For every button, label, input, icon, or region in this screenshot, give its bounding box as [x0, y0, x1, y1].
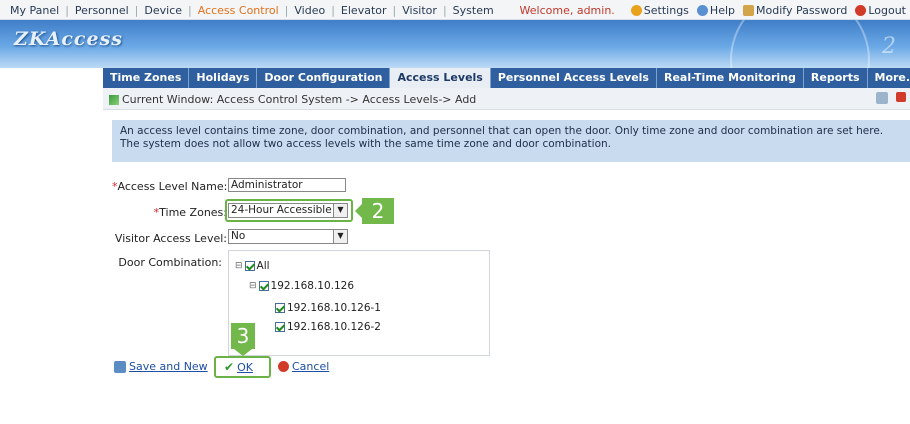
tab-access-levels[interactable]: Access Levels: [390, 68, 491, 88]
tree-label-door: 192.168.10.126-2: [287, 321, 381, 333]
step-2-badge: 2: [362, 198, 394, 224]
edit-icon[interactable]: [876, 92, 888, 104]
name-label: *Access Level Name:: [112, 180, 227, 193]
help-link[interactable]: Help: [696, 3, 735, 17]
breadcrumb-text: Current Window: Access Control System ->…: [122, 93, 477, 106]
tree-label-door: 192.168.10.126-1: [287, 302, 381, 314]
step-3-badge: 3: [231, 323, 255, 349]
settings-link[interactable]: Settings: [630, 3, 689, 17]
step-2-pointer: [355, 204, 362, 218]
nav-personnel[interactable]: Personnel: [69, 4, 135, 17]
tree-node-device[interactable]: ⊟ 192.168.10.126: [249, 280, 354, 292]
tab-personnel-access-levels[interactable]: Personnel Access Levels: [491, 68, 657, 88]
help-icon: [696, 4, 708, 16]
timezone-label: *Time Zones:: [112, 206, 227, 219]
checkbox-all[interactable]: [244, 261, 255, 271]
banner-numeral-decoration: 2: [882, 34, 896, 59]
nav-visitor[interactable]: Visitor: [396, 4, 443, 17]
collapse-icon[interactable]: ⊟: [249, 281, 257, 291]
app-logo: ZKAccess: [14, 28, 123, 50]
tab-real-time-monitoring[interactable]: Real-Time Monitoring: [657, 68, 804, 88]
checkbox-door[interactable]: [275, 322, 285, 332]
top-bar: My Panel | Personnel | Device | Access Cont…: [0, 0, 910, 20]
flag-icon: [109, 94, 119, 105]
modify-password-link[interactable]: Modify Password: [743, 4, 847, 17]
step-2-highlight: [225, 199, 353, 222]
breadcrumb-bar: Current Window: Access Control System ->…: [103, 88, 910, 110]
save-and-new-button[interactable]: Save and New: [114, 360, 208, 373]
nav-access-control[interactable]: Access Control: [192, 4, 285, 17]
save-and-new-label: Save and New: [129, 360, 208, 373]
close-icon[interactable]: [896, 92, 906, 102]
logout-icon: [855, 4, 867, 16]
info-box: An access level contains time zone, door…: [112, 120, 910, 162]
modify-password-label: Modify Password: [756, 3, 848, 17]
visitor-value: No: [231, 230, 246, 242]
chevron-down-icon[interactable]: ▼: [333, 230, 347, 243]
help-label: Help: [709, 3, 735, 17]
collapse-icon[interactable]: ⊟: [235, 261, 243, 271]
tree-node-all[interactable]: ⊟ All: [235, 260, 270, 272]
tab-more[interactable]: More...: [868, 68, 910, 88]
key-icon: [743, 4, 754, 16]
tab-time-zones[interactable]: Time Zones: [103, 68, 190, 88]
settings-icon: [630, 4, 642, 16]
door-combination-label: Door Combination:: [118, 256, 222, 269]
top-nav: My Panel | Personnel | Device | Access Cont…: [4, 0, 500, 20]
window-tools: [876, 92, 906, 104]
breadcrumb: Current Window: Access Control System ->…: [109, 93, 476, 106]
cancel-icon: [278, 361, 289, 372]
tab-holidays[interactable]: Holidays: [189, 68, 258, 88]
module-tabs: Time Zones Holidays Door Configuration A…: [103, 68, 910, 88]
checkbox-device[interactable]: [258, 281, 269, 291]
user-links: Welcome, admin. Settings Help Modify Pas…: [520, 0, 906, 20]
nav-elevator[interactable]: Elevator: [335, 4, 393, 17]
settings-label: Settings: [643, 3, 689, 17]
cancel-button[interactable]: Cancel: [278, 360, 329, 373]
logout-link[interactable]: Logout: [855, 4, 906, 17]
ok-label: OK: [237, 360, 253, 374]
tree-label-device: 192.168.10.126: [270, 280, 355, 292]
nav-video[interactable]: Video: [288, 4, 331, 17]
welcome-text: Welcome, admin.: [519, 3, 615, 17]
access-level-name-input[interactable]: Administrator: [228, 178, 346, 192]
door-tree[interactable]: ⊟ All ⊟ 192.168.10.126 192.168.10.126-1 19…: [228, 250, 490, 356]
header-banner: ZKAccess 2: [0, 20, 910, 68]
tree-node-door[interactable]: 192.168.10.126-2: [275, 321, 381, 333]
visitor-label: Visitor Access Level:: [114, 232, 227, 245]
logout-label: Logout: [868, 3, 906, 17]
visitor-select[interactable]: No ▼: [228, 229, 348, 244]
banner-clock-decoration: [730, 20, 870, 68]
cancel-label: Cancel: [292, 360, 330, 373]
name-label-text: Access Level Name:: [117, 180, 228, 193]
timezone-label-text: Time Zones:: [159, 206, 227, 219]
checkbox-door[interactable]: [275, 303, 285, 313]
tab-door-configuration[interactable]: Door Configuration: [257, 68, 391, 88]
save-icon: [114, 360, 126, 373]
tree-label-all: All: [256, 260, 270, 272]
nav-system[interactable]: System: [447, 4, 500, 17]
step-3-pointer: [234, 349, 252, 356]
nav-my-panel[interactable]: My Panel: [4, 4, 65, 17]
tree-node-door[interactable]: 192.168.10.126-1: [275, 302, 381, 314]
checkmark-icon: ✔: [224, 360, 235, 374]
nav-device[interactable]: Device: [138, 4, 188, 17]
ok-button[interactable]: ✔ OK: [224, 360, 253, 374]
tab-reports[interactable]: Reports: [804, 68, 868, 88]
